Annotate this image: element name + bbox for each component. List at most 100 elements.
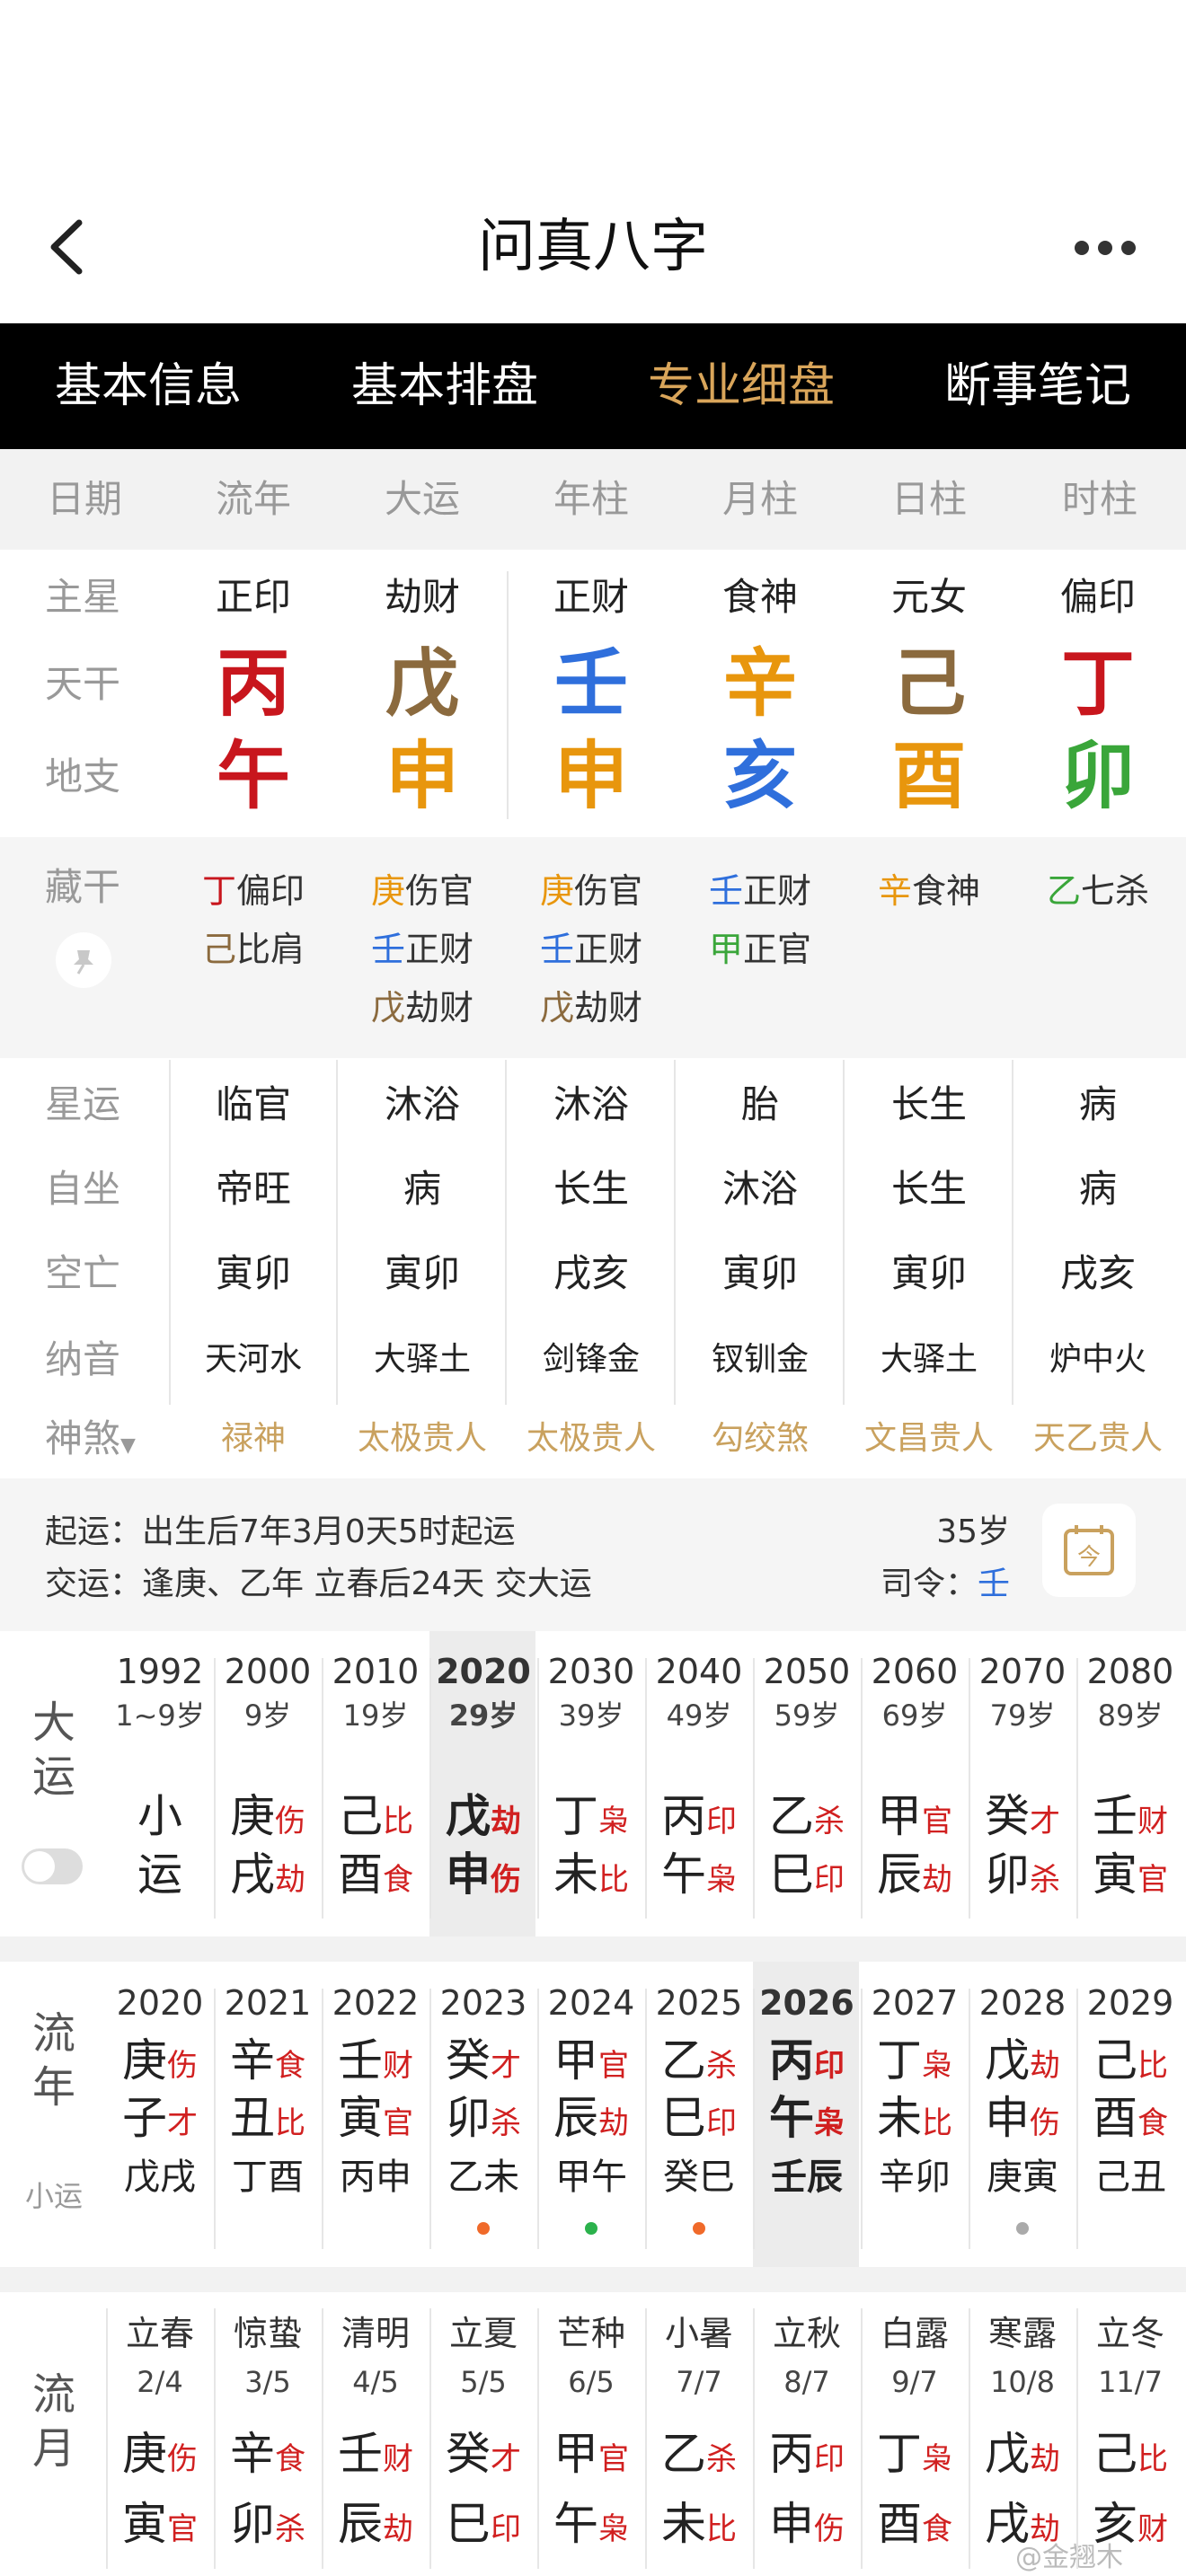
self-seat-cell: 病 <box>1078 1167 1117 1211</box>
xiaoyun-ganzhi: 丙申 <box>340 2157 412 2198</box>
solar-term[interactable]: 芒种 <box>537 2310 645 2357</box>
main-star-cell: 偏印 <box>1059 575 1136 619</box>
dayun-age: 19岁 <box>342 1698 409 1733</box>
liuyue-branch-char: 午 <box>553 2498 598 2550</box>
shensha-cell[interactable]: 禄神 <box>169 1412 338 1466</box>
dayun-year[interactable]: 2070 <box>969 1649 1076 1694</box>
solar-term[interactable]: 立秋 <box>753 2310 861 2357</box>
dayun-stem-god: 才 <box>1030 1804 1060 1839</box>
tab-pro-chart[interactable]: 专业细盘 <box>593 323 890 449</box>
liunian-year[interactable]: 2028 <box>969 1980 1076 2026</box>
solar-term[interactable]: 立冬 <box>1076 2310 1184 2357</box>
dayun-year[interactable]: 2080 <box>1076 1649 1184 1694</box>
siling-label: 司令： <box>880 1566 978 1602</box>
liunian-branch-god: 比 <box>275 2105 305 2141</box>
dayun-stem-char: 甲 <box>877 1790 922 1842</box>
liuyue-branch: 酉食 <box>861 2495 969 2563</box>
dayun-branch: 辰劫 <box>861 1846 969 1914</box>
dayun-year[interactable]: 2050 <box>753 1649 861 1694</box>
nayin-cell: 剑锋金 <box>542 1341 640 1378</box>
event-dot-icon <box>1016 2222 1029 2235</box>
dayun-age: 9岁 <box>243 1698 292 1733</box>
dayun-branch: 寅官 <box>1076 1846 1184 1914</box>
shensha-cell[interactable]: 文昌贵人 <box>845 1412 1013 1466</box>
liuyue-branch-char: 辰 <box>338 2498 383 2550</box>
divider <box>969 1658 970 1919</box>
xiaoyun-toggle[interactable] <box>22 1848 83 1884</box>
dayun-stem-char: 丁 <box>553 1790 598 1842</box>
dayun-year[interactable]: 2040 <box>645 1649 753 1694</box>
liunian-year[interactable]: 2020 <box>106 1980 214 2026</box>
liuyue-branch-char: 戌 <box>985 2498 1030 2550</box>
solar-term[interactable]: 小暑 <box>645 2310 753 2357</box>
main-star-cell: 正印 <box>215 575 291 619</box>
solar-term[interactable]: 立夏 <box>429 2310 537 2357</box>
shensha-cell[interactable]: 天乙贵人 <box>1013 1412 1182 1466</box>
tab-bar: 基本信息 基本排盘 专业细盘 断事笔记 <box>0 323 1186 449</box>
liunian-year[interactable]: 2022 <box>322 1980 429 2026</box>
shensha-cell[interactable]: 太极贵人 <box>507 1412 676 1466</box>
liunian-branch-god: 印 <box>706 2105 737 2141</box>
liunian-year[interactable]: 2024 <box>537 1980 645 2026</box>
hidden-stem-item: 甲正官 <box>676 922 845 976</box>
solar-term[interactable]: 清明 <box>322 2310 429 2357</box>
liunian-year[interactable]: 2027 <box>861 1980 969 2026</box>
liunian-label-2: 年 <box>31 2062 75 2113</box>
divider <box>537 1989 539 2249</box>
liuyue-branch-god: 杀 <box>275 2511 305 2547</box>
liunian-stem-god: 印 <box>814 2048 845 2084</box>
liunian-year[interactable]: 2025 <box>645 1980 753 2026</box>
liuyue-stem-god: 枭 <box>922 2441 952 2477</box>
qiyun-transfer: 交运：逢庚、乙年 立春后24天 交大运 <box>45 1566 592 1602</box>
label-heaven-stem: 天干 <box>45 662 121 706</box>
tab-basic-info[interactable]: 基本信息 <box>0 323 296 449</box>
hidden-stem-char: 戊 <box>539 988 574 1028</box>
self-seat-cell: 帝旺 <box>215 1167 291 1211</box>
solar-term[interactable]: 白露 <box>861 2310 969 2357</box>
liuyue-stem: 乙杀 <box>645 2425 753 2493</box>
dayun-year[interactable]: 2030 <box>537 1649 645 1694</box>
shensha-cell[interactable]: 勾绞煞 <box>676 1412 845 1466</box>
dayun-year[interactable]: 2010 <box>322 1649 429 1694</box>
dayun-age: 69岁 <box>881 1698 948 1733</box>
star-luck-cell: 长生 <box>890 1082 967 1126</box>
liunian-year[interactable]: 2021 <box>214 1980 322 2026</box>
back-button[interactable] <box>36 207 99 287</box>
solar-term[interactable]: 寒露 <box>969 2310 1076 2357</box>
calendar-button[interactable]: 今 <box>1042 1504 1136 1597</box>
tab-notes[interactable]: 断事笔记 <box>890 323 1186 449</box>
liunian-year[interactable]: 2029 <box>1076 1980 1184 2026</box>
solar-term[interactable]: 惊蛰 <box>214 2310 322 2357</box>
dayun-branch: 午枭 <box>645 1846 753 1914</box>
hidden-stem-item: 戊劫财 <box>507 981 676 1035</box>
hidden-stem-god: 正财 <box>743 871 812 911</box>
earth-branch-cell: 酉 <box>891 734 966 819</box>
hidden-stem-char: 甲 <box>708 930 743 969</box>
divider <box>214 1989 216 2249</box>
dayun-branch-char: 午 <box>661 1848 706 1901</box>
liunian-branch: 申伤 <box>969 2089 1076 2157</box>
liuyue-stem-god: 才 <box>491 2441 521 2477</box>
dayun-year[interactable]: 1992 <box>106 1649 214 1694</box>
dayun-branch: 巳印 <box>753 1846 861 1914</box>
tab-basic-chart[interactable]: 基本排盘 <box>296 323 593 449</box>
dayun-year[interactable]: 2000 <box>214 1649 322 1694</box>
shensha-dropdown[interactable]: 神煞▼ <box>45 1412 144 1473</box>
solar-term[interactable]: 立春 <box>106 2310 214 2357</box>
dayun-branch-char: 运 <box>137 1848 182 1901</box>
dayun-year[interactable]: 2020 <box>429 1649 537 1694</box>
dayun-branch-god: 杀 <box>1030 1862 1060 1898</box>
liunian-year[interactable]: 2026 <box>753 1980 861 2026</box>
shensha-cell[interactable]: 太极贵人 <box>338 1412 507 1466</box>
liunian-year[interactable]: 2023 <box>429 1980 537 2026</box>
dayun-stem-char: 乙 <box>769 1790 814 1842</box>
pin-button[interactable] <box>56 932 111 988</box>
section-gap <box>0 2267 1186 2292</box>
void-cell: 寅卯 <box>890 1251 967 1295</box>
void-cell: 寅卯 <box>384 1251 460 1295</box>
liuyue-branch-god: 枭 <box>598 2511 629 2547</box>
star-luck-cell: 胎 <box>740 1082 779 1126</box>
dayun-label: 大运 <box>18 1696 90 1804</box>
dayun-year[interactable]: 2060 <box>861 1649 969 1694</box>
more-options-button[interactable] <box>1060 216 1150 278</box>
